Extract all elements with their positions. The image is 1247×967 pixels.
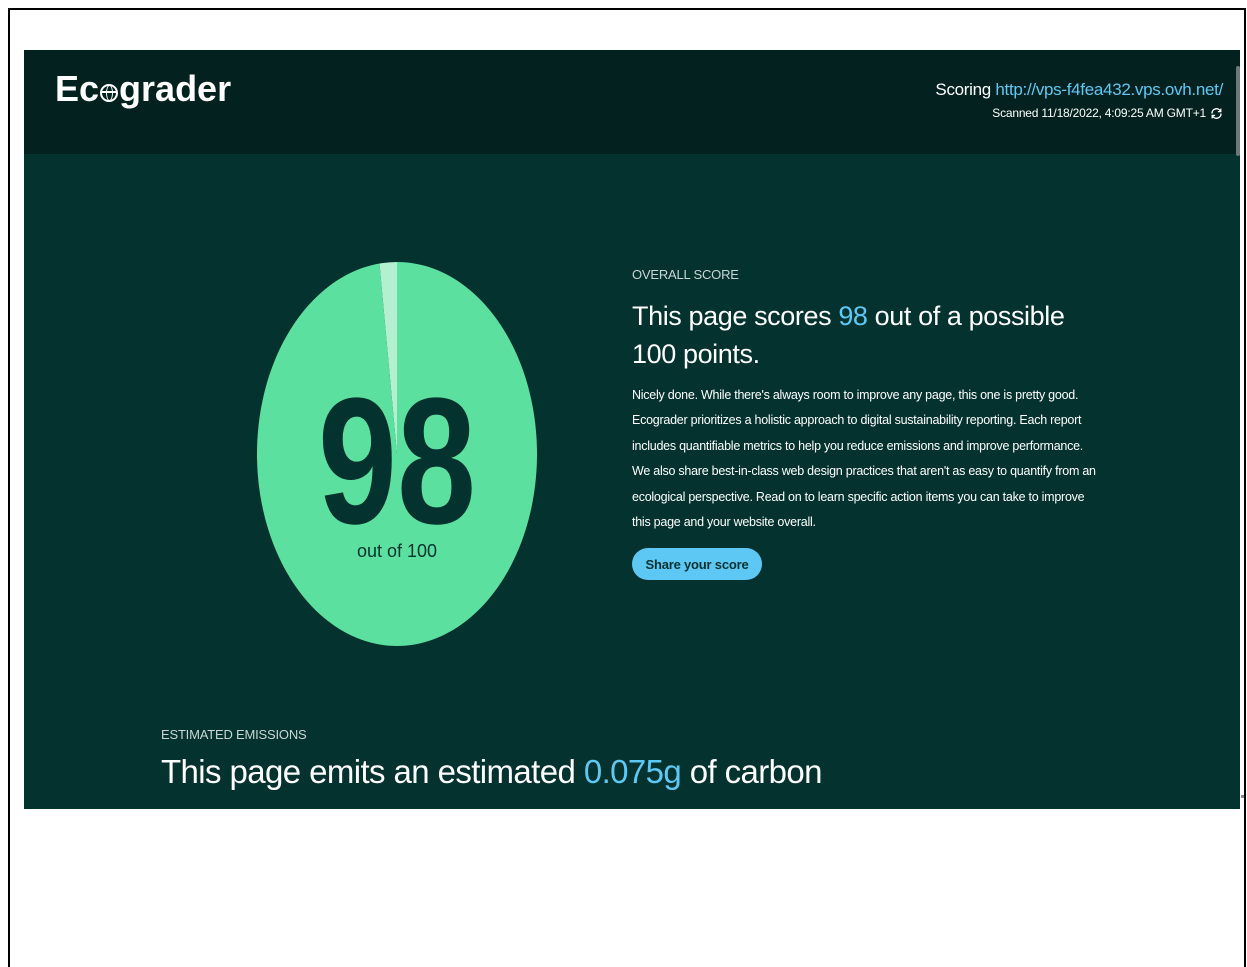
score-dial: 98 out of 100 [257, 262, 537, 646]
overall-score-label: OVERALL SCORE [632, 267, 739, 282]
top-bar: Ec grader Scoring http://vps-f4fea432.vps… [24, 50, 1240, 156]
globe-icon [100, 84, 119, 102]
ecograder-logo[interactable]: Ec grader [55, 68, 231, 110]
scanned-text: Scanned 11/18/2022, 4:09:25 AM GMT+1 [992, 106, 1206, 120]
score-description: Nicely done. While there's always room t… [632, 388, 1096, 530]
headline-score-value: 98 [838, 301, 868, 331]
score-number: 98 [318, 361, 476, 562]
score-out-of-label: out of 100 [357, 541, 437, 561]
share-score-button[interactable]: Share your score [632, 548, 762, 580]
scoring-label: Scoring [935, 80, 991, 99]
emissions-value: 0.075g [583, 753, 682, 790]
edge-marker [1241, 795, 1244, 798]
scoring-info: Scoring http://vps-f4fea432.vps.ovh.net/ [935, 80, 1223, 100]
page-scrollbar[interactable] [1236, 66, 1240, 156]
app-window: Ec grader Scoring http://vps-f4fea432.vps… [24, 50, 1240, 809]
scan-timestamp: Scanned 11/18/2022, 4:09:25 AM GMT+1 [992, 106, 1223, 120]
emissions-headline: This page emits an estimated 0.075g of c… [161, 753, 823, 790]
estimated-emissions-label: ESTIMATED EMISSIONS [161, 727, 307, 742]
scored-url-link[interactable]: http://vps-f4fea432.vps.ovh.net/ [995, 80, 1223, 99]
overall-score-headline: This page scores 98 out of a possible 10… [632, 301, 1065, 369]
refresh-icon[interactable] [1210, 107, 1223, 120]
